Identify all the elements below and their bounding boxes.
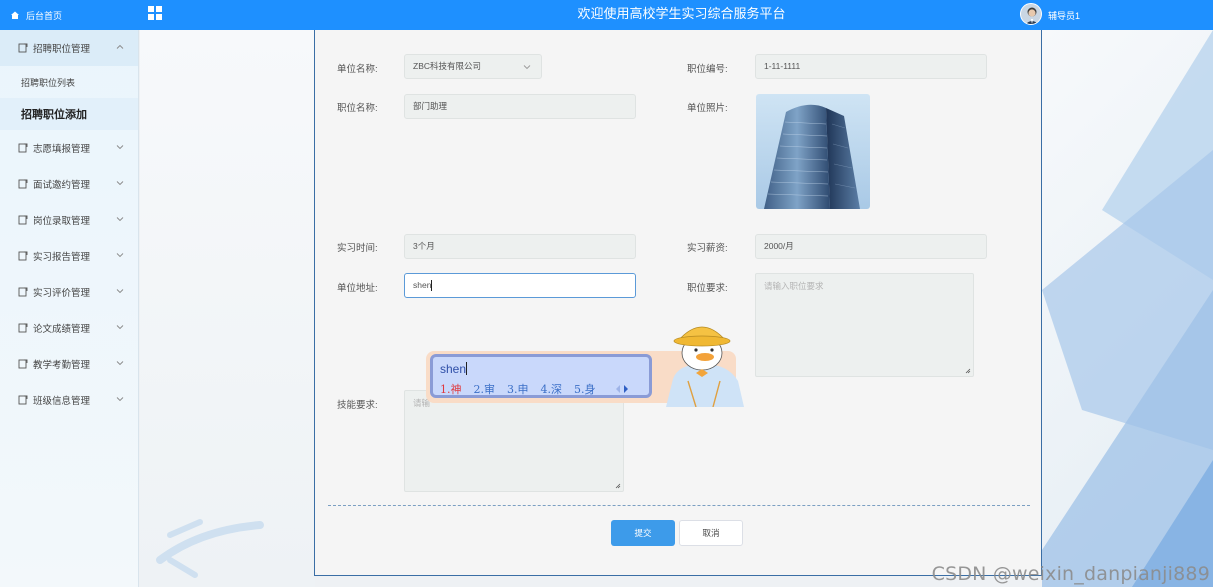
chevron-down-icon xyxy=(116,253,124,258)
skill-textarea[interactable]: 请输 xyxy=(404,390,624,492)
company-label: 单位名称: xyxy=(337,64,378,75)
skill-label: 技能要求: xyxy=(337,400,378,411)
sidebar-subitem-recruit-add[interactable]: 招聘职位添加 xyxy=(0,98,138,130)
background-decoration-left xyxy=(140,30,315,587)
company-select-value: ZBC科技有限公司 xyxy=(413,61,482,71)
submit-button[interactable]: 提交 xyxy=(611,520,675,546)
document-icon xyxy=(18,43,28,53)
job-name-label: 职位名称: xyxy=(337,103,378,114)
chevron-down-icon xyxy=(116,181,124,186)
job-no-label: 职位编号: xyxy=(687,64,728,75)
requirement-placeholder: 请输入职位要求 xyxy=(764,281,824,291)
sidebar-item-label: 招聘职位管理 xyxy=(33,44,91,55)
form-panel: 单位名称: ZBC科技有限公司 职位编号: 1-11-1111 职位名称: 部门… xyxy=(314,30,1042,576)
duck-mascot-icon xyxy=(666,326,744,407)
address-input[interactable]: shen xyxy=(404,273,636,298)
company-select[interactable]: ZBC科技有限公司 xyxy=(404,54,542,79)
chevron-down-icon xyxy=(116,217,124,222)
ime-candidate[interactable]: 5.身 xyxy=(574,383,596,396)
chevron-down-icon xyxy=(116,397,124,402)
chevron-down-icon xyxy=(116,145,124,150)
address-input-value: shen xyxy=(413,280,432,290)
document-icon xyxy=(18,179,28,189)
job-no-input[interactable]: 1-11-1111 xyxy=(755,54,987,79)
form-divider xyxy=(328,505,1030,506)
sidebar-item-report[interactable]: 实习报告管理 xyxy=(0,238,138,274)
ime-candidates: 1.神 2.审 3.申 4.深 5.身 xyxy=(440,381,608,397)
ime-candidate[interactable]: 3.申 xyxy=(507,383,529,396)
watermark: CSDN @weixin_danpianji889 xyxy=(931,563,1210,585)
ime-page-arrows-icon[interactable] xyxy=(613,383,633,395)
sidebar-item-thesis[interactable]: 论文成绩管理 xyxy=(0,310,138,346)
sidebar-subitem-recruit-list[interactable]: 招聘职位列表 xyxy=(0,66,138,98)
sidebar-item-label: 实习评价管理 xyxy=(33,288,91,299)
sidebar-item-volunteer[interactable]: 志愿填报管理 xyxy=(0,130,138,166)
chevron-down-icon xyxy=(116,361,124,366)
chevron-down-icon xyxy=(116,325,124,330)
sidebar-item-label: 志愿填报管理 xyxy=(33,144,91,155)
sidebar-item-evaluation[interactable]: 实习评价管理 xyxy=(0,274,138,310)
sidebar-item-label: 实习报告管理 xyxy=(33,252,91,263)
document-icon xyxy=(18,395,28,405)
period-input[interactable]: 3个月 xyxy=(404,234,636,259)
top-bar: 后台首页 欢迎使用高校学生实习综合服务平台 辅导员1 xyxy=(0,0,1213,30)
document-icon xyxy=(18,287,28,297)
photo-label: 单位照片: xyxy=(687,103,728,114)
document-icon xyxy=(18,359,28,369)
document-icon xyxy=(18,215,28,225)
sidebar-item-label: 论文成绩管理 xyxy=(33,324,91,335)
ime-candidate-window: shen 1.神 2.审 3.申 4.深 5.身 xyxy=(426,326,746,407)
chevron-up-icon xyxy=(116,44,124,49)
job-name-input[interactable]: 部门助理 xyxy=(404,94,636,119)
ime-box: shen 1.神 2.审 3.申 4.深 5.身 xyxy=(430,354,652,398)
document-icon xyxy=(18,323,28,333)
period-label: 实习时间: xyxy=(337,243,378,254)
sidebar-item-recruit-manage[interactable]: 招聘职位管理 xyxy=(0,30,138,66)
cancel-button[interactable]: 取消 xyxy=(679,520,743,546)
company-photo[interactable] xyxy=(756,94,870,209)
sidebar: 招聘职位管理 招聘职位列表 招聘职位添加 志愿填报管理 面试邀约管理 岗位录取管… xyxy=(0,30,139,587)
sidebar-item-label: 面试邀约管理 xyxy=(33,180,91,191)
address-label: 单位地址: xyxy=(337,283,378,294)
sidebar-item-label: 教学考勤管理 xyxy=(33,360,91,371)
sidebar-item-label: 岗位录取管理 xyxy=(33,216,91,227)
document-icon xyxy=(18,143,28,153)
ime-caret xyxy=(466,362,468,375)
sidebar-item-label: 班级信息管理 xyxy=(33,396,91,407)
ime-candidate[interactable]: 4.深 xyxy=(541,383,563,396)
resize-grip-icon[interactable] xyxy=(615,483,621,489)
sidebar-item-interview[interactable]: 面试邀约管理 xyxy=(0,166,138,202)
sidebar-item-attendance[interactable]: 教学考勤管理 xyxy=(0,346,138,382)
background-decoration-right xyxy=(1042,30,1213,587)
ime-composition-text: shen xyxy=(440,362,467,376)
requirement-label: 职位要求: xyxy=(687,283,728,294)
avatar[interactable] xyxy=(1020,3,1042,25)
chevron-down-icon xyxy=(116,289,124,294)
text-caret xyxy=(431,280,433,292)
ime-candidate[interactable]: 1.神 xyxy=(440,383,462,396)
document-icon xyxy=(18,251,28,261)
salary-label: 实习薪资: xyxy=(687,243,728,254)
salary-input[interactable]: 2000/月 xyxy=(755,234,987,259)
ime-candidate[interactable]: 2.审 xyxy=(474,383,496,396)
requirement-textarea[interactable]: 请输入职位要求 xyxy=(755,273,974,377)
resize-grip-icon[interactable] xyxy=(965,368,971,374)
sidebar-item-class[interactable]: 班级信息管理 xyxy=(0,382,138,418)
chevron-down-icon xyxy=(523,65,531,70)
sidebar-item-admission[interactable]: 岗位录取管理 xyxy=(0,202,138,238)
ime-composition: shen xyxy=(440,362,468,376)
building-image xyxy=(756,94,870,209)
user-name: 辅导员1 xyxy=(1048,11,1081,21)
